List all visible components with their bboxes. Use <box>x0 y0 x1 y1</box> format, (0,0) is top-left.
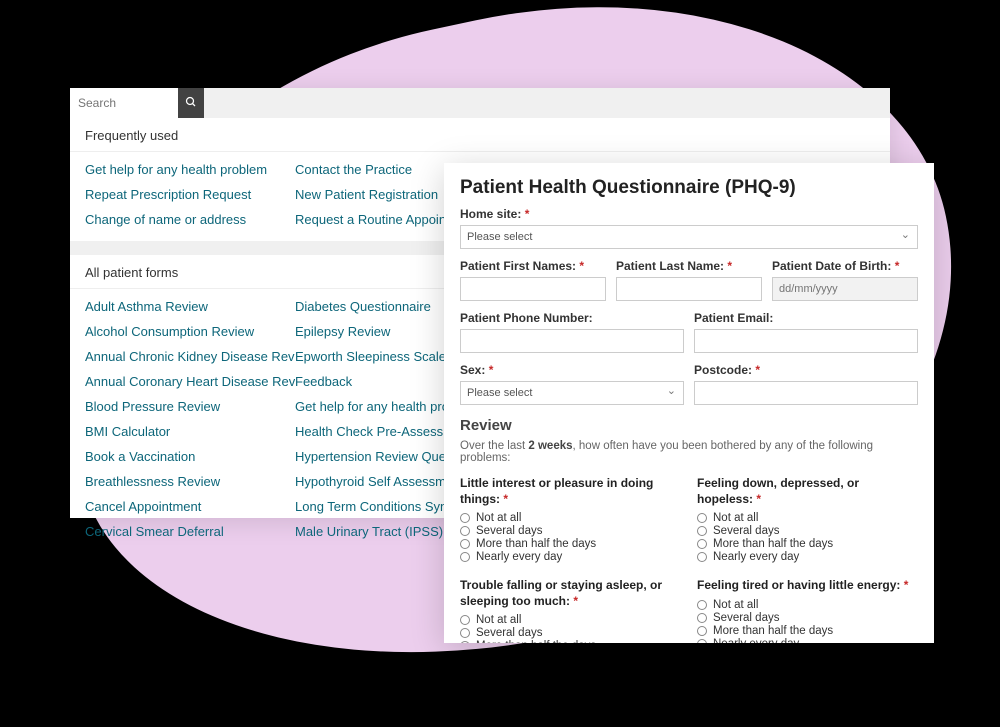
question-label: Little interest or pleasure in doing thi… <box>460 476 681 507</box>
radio-icon <box>460 513 470 523</box>
frequently-used-header: Frequently used <box>70 118 890 152</box>
last-name-input[interactable] <box>616 277 762 301</box>
link-item[interactable]: Alcohol Consumption Review <box>85 324 295 339</box>
link-item[interactable]: Annual Coronary Heart Disease Review <box>85 374 295 389</box>
sex-label: Sex: * <box>460 363 684 377</box>
questions-grid: Little interest or pleasure in doing thi… <box>460 476 918 643</box>
link-item[interactable]: Cancel Appointment <box>85 499 295 514</box>
radio-icon <box>460 552 470 562</box>
first-names-label: Patient First Names: * <box>460 259 606 273</box>
dob-input[interactable] <box>772 277 918 301</box>
radio-option[interactable]: Several days <box>460 627 681 639</box>
radio-label: Several days <box>713 612 779 624</box>
link-item[interactable]: Breathlessness Review <box>85 474 295 489</box>
radio-label: Nearly every day <box>713 551 799 563</box>
question-block: Little interest or pleasure in doing thi… <box>460 476 681 564</box>
phq9-form-panel: Patient Health Questionnaire (PHQ-9) Hom… <box>444 163 934 643</box>
link-item[interactable]: Book a Vaccination <box>85 449 295 464</box>
question-label: Feeling tired or having little energy: * <box>697 578 918 594</box>
radio-label: Several days <box>476 525 542 537</box>
first-names-input[interactable] <box>460 277 606 301</box>
radio-option[interactable]: More than half the days <box>697 625 918 637</box>
link-item[interactable]: Adult Asthma Review <box>85 299 295 314</box>
link-item[interactable]: Change of name or address <box>85 212 295 227</box>
radio-icon <box>697 526 707 536</box>
form-title: Patient Health Questionnaire (PHQ-9) <box>460 177 918 199</box>
question-block: Feeling down, depressed, or hopeless: * N… <box>697 476 918 564</box>
radio-option[interactable]: More than half the days <box>697 538 918 550</box>
email-input[interactable] <box>694 329 918 353</box>
radio-icon <box>460 615 470 625</box>
radio-icon <box>697 639 707 643</box>
question-label: Feeling down, depressed, or hopeless: * <box>697 476 918 507</box>
dob-label: Patient Date of Birth: * <box>772 259 918 273</box>
radio-icon <box>697 539 707 549</box>
radio-label: More than half the days <box>713 625 833 637</box>
link-item[interactable]: BMI Calculator <box>85 424 295 439</box>
sex-select[interactable]: Please select <box>460 381 684 405</box>
radio-label: Nearly every day <box>476 551 562 563</box>
radio-icon <box>697 613 707 623</box>
last-name-label: Patient Last Name: * <box>616 259 762 273</box>
review-heading: Review <box>460 417 918 434</box>
search-input[interactable] <box>70 88 178 118</box>
radio-label: Not at all <box>713 512 758 524</box>
radio-icon <box>697 600 707 610</box>
question-label: Trouble falling or staying asleep, or sl… <box>460 578 681 609</box>
radio-icon <box>460 539 470 549</box>
link-item[interactable]: Repeat Prescription Request <box>85 187 295 202</box>
radio-icon <box>460 526 470 536</box>
search-icon <box>185 96 197 111</box>
radio-option[interactable]: Nearly every day <box>460 551 681 563</box>
radio-label: Not at all <box>476 512 521 524</box>
radio-icon <box>460 641 470 643</box>
email-label: Patient Email: <box>694 311 918 325</box>
home-site-label: Home site: * <box>460 207 918 221</box>
radio-label: Several days <box>713 525 779 537</box>
radio-label: More than half the days <box>476 640 596 643</box>
question-block: Trouble falling or staying asleep, or sl… <box>460 578 681 643</box>
radio-icon <box>697 513 707 523</box>
radio-option[interactable]: Several days <box>460 525 681 537</box>
radio-option[interactable]: Several days <box>697 525 918 537</box>
link-item[interactable]: Get help for any health problem <box>85 162 295 177</box>
radio-option[interactable]: More than half the days <box>460 640 681 643</box>
radio-label: More than half the days <box>713 538 833 550</box>
radio-option[interactable]: Not at all <box>460 512 681 524</box>
radio-option[interactable]: Nearly every day <box>697 638 918 643</box>
radio-option[interactable]: Several days <box>697 612 918 624</box>
postcode-label: Postcode: * <box>694 363 918 377</box>
search-bar <box>70 88 890 118</box>
radio-icon <box>697 552 707 562</box>
radio-label: Nearly every day <box>713 638 799 643</box>
radio-option[interactable]: Not at all <box>697 599 918 611</box>
radio-label: Not at all <box>713 599 758 611</box>
radio-label: More than half the days <box>476 538 596 550</box>
radio-option[interactable]: More than half the days <box>460 538 681 550</box>
phone-label: Patient Phone Number: <box>460 311 684 325</box>
home-site-select[interactable]: Please select <box>460 225 918 249</box>
radio-label: Not at all <box>476 614 521 626</box>
radio-option[interactable]: Nearly every day <box>697 551 918 563</box>
question-block: Feeling tired or having little energy: *… <box>697 578 918 643</box>
postcode-input[interactable] <box>694 381 918 405</box>
radio-option[interactable]: Not at all <box>697 512 918 524</box>
phone-input[interactable] <box>460 329 684 353</box>
link-item[interactable]: Blood Pressure Review <box>85 399 295 414</box>
link-item[interactable]: Cervical Smear Deferral <box>85 524 295 539</box>
radio-icon <box>460 628 470 638</box>
radio-label: Several days <box>476 627 542 639</box>
radio-option[interactable]: Not at all <box>460 614 681 626</box>
link-item[interactable]: Annual Chronic Kidney Disease Review <box>85 349 295 364</box>
review-intro: Over the last 2 weeks, how often have yo… <box>460 440 918 464</box>
search-button[interactable] <box>178 88 204 118</box>
radio-icon <box>697 626 707 636</box>
